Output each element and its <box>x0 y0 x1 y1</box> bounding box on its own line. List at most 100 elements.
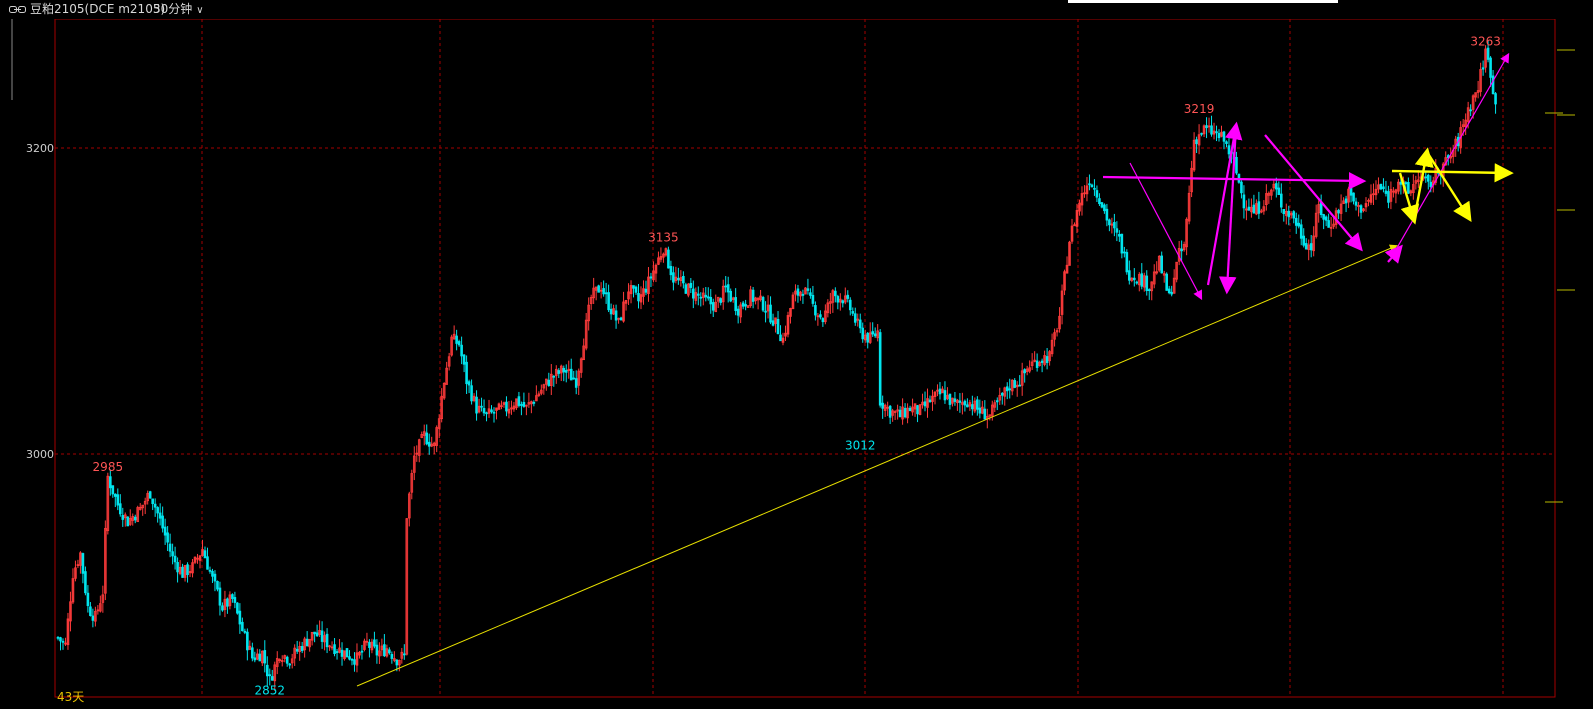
candle-down <box>203 550 207 559</box>
candle-down <box>156 507 159 514</box>
candle-down <box>597 285 600 293</box>
candle-down <box>460 344 463 357</box>
candle-down <box>1093 187 1096 190</box>
candle-down <box>978 407 982 414</box>
candle-down <box>963 400 967 406</box>
candle-down <box>395 659 399 666</box>
candle-down <box>574 378 578 388</box>
candle-down <box>853 313 857 323</box>
candle-down <box>388 649 391 654</box>
candle-down <box>916 405 919 415</box>
candle-down <box>948 393 952 405</box>
candle-down <box>1337 209 1340 214</box>
candle-down <box>1210 125 1213 135</box>
candle-down <box>1235 156 1238 174</box>
candle-down <box>1125 252 1129 273</box>
candle-down <box>168 543 172 552</box>
candle-down <box>848 299 852 311</box>
candle-down <box>938 388 942 395</box>
candle-down <box>345 648 349 658</box>
candle-down <box>1147 289 1151 291</box>
candle-down <box>741 302 745 307</box>
candle-down <box>637 292 640 302</box>
candle-down <box>81 553 85 574</box>
candle-down <box>634 286 638 293</box>
y-tick-label: 3200 <box>26 142 54 155</box>
candle-down <box>1045 356 1049 363</box>
candle-down <box>761 297 765 311</box>
candle-down <box>908 407 912 412</box>
candle-down <box>602 288 605 295</box>
candle-down <box>1304 243 1308 250</box>
candle-down <box>114 493 117 497</box>
candle-down <box>1426 174 1430 182</box>
trendline <box>356 244 1398 687</box>
candle-down <box>295 648 299 652</box>
candle-down <box>208 569 212 572</box>
candle-down <box>482 408 486 414</box>
candle-down <box>719 298 723 303</box>
candle-down <box>866 332 870 343</box>
period-selector[interactable]: 30分钟 ∨ <box>153 0 204 20</box>
candle-down <box>943 390 947 401</box>
candle-down <box>1008 388 1012 391</box>
candle-down <box>607 292 610 311</box>
y-axis: 3000 3200 <box>26 49 1575 503</box>
candle-down <box>696 293 700 296</box>
candle-down <box>59 637 62 642</box>
candle-down <box>1098 198 1101 204</box>
candle-down <box>313 631 316 635</box>
candle-down <box>353 659 356 665</box>
candle-down <box>1095 190 1099 198</box>
candle-down <box>562 367 566 373</box>
candle-down <box>958 400 962 403</box>
magenta-arrow <box>1384 244 1403 264</box>
candle-down <box>873 333 877 337</box>
candle-down <box>881 402 884 409</box>
candle-down <box>171 551 174 557</box>
candle-down <box>320 630 324 642</box>
days-label: 43天 <box>57 690 85 704</box>
candle-down <box>490 409 493 413</box>
period-label: 30分钟 <box>153 2 193 16</box>
candle-down <box>233 597 237 603</box>
candle-down <box>669 265 673 276</box>
candle-down <box>305 638 309 647</box>
candle-down <box>704 294 708 298</box>
candle-down <box>251 647 254 659</box>
title-bar: 豆粕2105(DCE m2105) 30分钟 ∨ <box>0 0 1593 19</box>
candle-down <box>903 407 907 418</box>
candle-down <box>181 566 184 578</box>
candle-down <box>485 412 488 415</box>
y-tick-label: 3000 <box>26 448 54 461</box>
candle-down <box>265 664 269 677</box>
chevron-down-icon: ∨ <box>196 5 204 16</box>
candle-down <box>1384 190 1388 194</box>
candle-down <box>360 650 364 653</box>
candle-down <box>1005 386 1009 392</box>
candle-down <box>779 334 782 342</box>
candle-down <box>226 598 229 607</box>
candle-down <box>971 404 974 410</box>
link-icon[interactable] <box>9 6 26 13</box>
candle-down <box>373 639 376 647</box>
candle-down <box>801 293 805 296</box>
candle-down <box>569 368 573 381</box>
candle-down <box>333 644 336 655</box>
price-label-2985: 2985 <box>93 460 124 474</box>
candle-down <box>1215 131 1218 134</box>
candle-down <box>923 401 927 407</box>
candle-down <box>383 644 386 657</box>
candle-down <box>1247 206 1251 211</box>
candle-down <box>682 275 685 284</box>
kline-chart: 3000 3200 2985 2852 3135 3012 3219 3263 <box>11 18 1575 698</box>
candle-down <box>1322 214 1325 220</box>
candle-down <box>315 632 319 637</box>
candle-down <box>238 610 242 625</box>
candle-down <box>806 288 810 291</box>
candle-down <box>1128 270 1131 281</box>
candle-down <box>796 288 800 296</box>
candle-down <box>557 370 561 374</box>
yellow-arrow <box>1398 172 1420 225</box>
candle-down <box>1309 243 1313 251</box>
